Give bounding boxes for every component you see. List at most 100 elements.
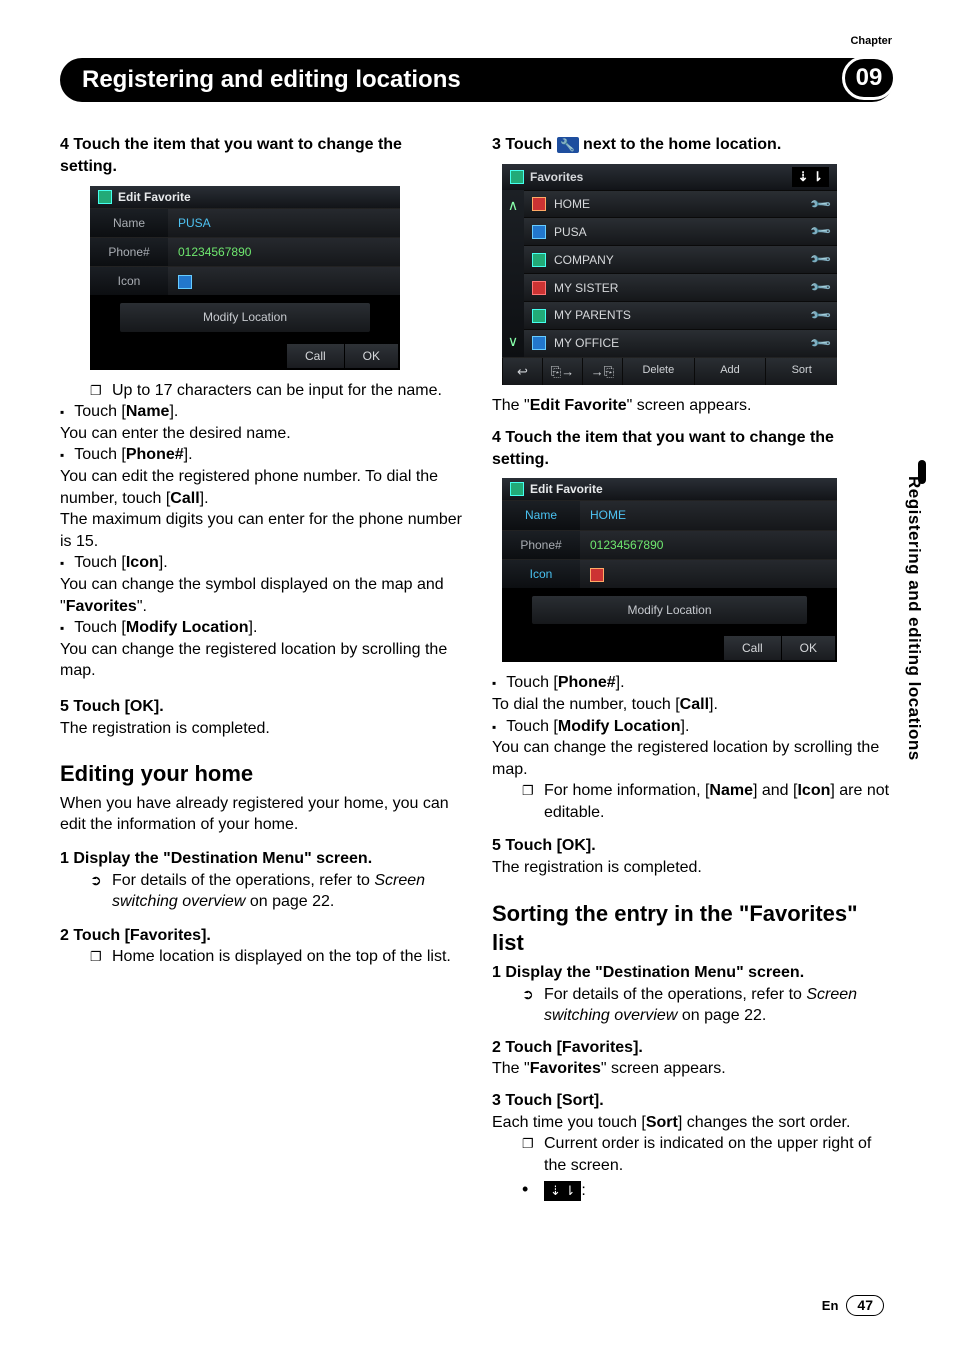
scroll-down-icon[interactable]: ∨ xyxy=(508,332,518,351)
wrench-icon[interactable]: 🔧 xyxy=(807,191,833,217)
square-bullet-icon xyxy=(492,674,506,691)
page-title: Registering and editing locations 09 xyxy=(60,58,894,102)
note-bullet-icon xyxy=(90,946,104,968)
note-bullet-icon xyxy=(522,780,536,823)
right-column: 3 Touch 🔧 next to the home location. Fav… xyxy=(492,130,894,1202)
left-notes: Up to 17 characters can be input for the… xyxy=(90,380,462,402)
left-step5-body: The registration is completed. xyxy=(60,718,462,740)
import-button[interactable]: →⎘ xyxy=(582,358,622,386)
touch-name: Touch [Name].Touch [Name]. xyxy=(74,403,178,420)
edit-favorite-screenshot-2: Edit Favorite Name HOME Phone# 012345678… xyxy=(502,478,837,662)
fav-item-label: MY PARENTS xyxy=(554,307,631,323)
ref-arrow-icon xyxy=(522,984,536,1027)
scroll-up-icon[interactable]: ∧ xyxy=(508,196,518,215)
shot1-phone-label[interactable]: Phone# xyxy=(90,238,168,266)
r-home-note: For home information, [Name] and [Icon] … xyxy=(544,780,894,823)
wrench-icon[interactable]: 🔧 xyxy=(807,219,833,245)
shot1-modify-location-button[interactable]: Modify Location xyxy=(120,303,370,331)
touch-phone: Touch [Phone#]. xyxy=(74,446,192,463)
page-footer: En 47 xyxy=(822,1295,884,1316)
shot1-icon-value[interactable] xyxy=(168,267,400,295)
home-icon xyxy=(590,568,604,582)
shot1-row-phone: Phone# 01234567890 xyxy=(90,237,400,266)
touch-phone-desc2: The maximum digits you can enter for the… xyxy=(60,509,462,552)
r-touch-phone: Touch [Phone#]. xyxy=(506,674,624,691)
export-button[interactable]: ⎘→ xyxy=(542,358,582,386)
touch-modloc-desc: You can change the registered location b… xyxy=(60,639,462,682)
shot2-modify-location-button[interactable]: Modify Location xyxy=(532,596,807,624)
poi-icon xyxy=(532,281,546,295)
footer-page-number: 47 xyxy=(846,1295,884,1316)
title-bar: Registering and editing locations 09 xyxy=(60,58,894,102)
fav-item[interactable]: MY OFFICE 🔧 xyxy=(524,329,837,357)
wrench-icon[interactable]: 🔧 xyxy=(807,247,833,273)
shot2-icon-value xyxy=(580,560,837,588)
left-column: 4 Touch the item that you want to change… xyxy=(60,130,462,1202)
fav-item[interactable]: PUSA🔧 xyxy=(524,217,837,245)
fav-item-label: COMPANY xyxy=(554,252,614,268)
window-icon xyxy=(510,170,524,184)
note-17chars: Up to 17 characters can be input for the… xyxy=(112,380,442,402)
side-tab: Registering and editing locations xyxy=(902,470,926,990)
s-step2-heading: 2 Touch [Favorites]. xyxy=(492,1037,894,1059)
wrench-icon[interactable]: 🔧 xyxy=(807,275,833,301)
shot1-call-button[interactable]: Call xyxy=(287,344,344,368)
touch-icon: Touch [Icon]. xyxy=(74,554,167,571)
shot1-name-value[interactable]: PUSA xyxy=(168,209,400,237)
add-button[interactable]: Add xyxy=(694,358,766,386)
eh-step1-ref: For details of the operations, refer to … xyxy=(112,870,462,913)
shot2-call-button[interactable]: Call xyxy=(724,636,781,660)
page-title-text: Registering and editing locations xyxy=(82,66,461,93)
editing-your-home-intro: When you have already registered your ho… xyxy=(60,793,462,836)
eh-step2-heading: 2 Touch [Favorites]. xyxy=(60,925,462,947)
favorites-list-screenshot: Favorites ⇣ ⇂ ∧ ∨ HOME🔧 PUSA🔧 COMPANY 🔧 M… xyxy=(502,164,837,385)
footer-lang: En xyxy=(822,1297,839,1315)
shot2-icon-label: Icon xyxy=(502,560,580,588)
ref-arrow-icon xyxy=(90,870,104,913)
wrench-icon: 🔧 xyxy=(557,137,579,153)
home-icon xyxy=(532,197,546,211)
fav-item[interactable]: HOME🔧 xyxy=(524,190,837,218)
eh-step1-heading: 1 Display the "Destination Menu" screen. xyxy=(60,848,462,870)
parking-icon xyxy=(178,275,192,289)
fav-item[interactable]: MY PARENTS 🔧 xyxy=(524,301,837,329)
shot1-title-text: Edit Favorite xyxy=(118,189,191,205)
s-step2-body: The "Favorites" screen appears. xyxy=(492,1058,894,1080)
back-button[interactable]: ↩ xyxy=(502,358,542,386)
wrench-icon[interactable]: 🔧 xyxy=(807,303,833,329)
sort-indicator-icon: ⇣ ⇂ xyxy=(792,167,829,187)
shot1-phone-value[interactable]: 01234567890 xyxy=(168,238,400,266)
fav-title: Favorites xyxy=(530,169,583,185)
delete-button[interactable]: Delete xyxy=(622,358,694,386)
fav-bottom-bar: ↩ ⎘→ →⎘ Delete Add Sort xyxy=(502,357,837,386)
window-icon xyxy=(510,482,524,496)
shot1-name-label[interactable]: Name xyxy=(90,209,168,237)
r-touch-modloc-desc: You can change the registered location b… xyxy=(492,737,894,780)
chapter-number-badge: 09 xyxy=(842,56,896,100)
shot2-phone-label[interactable]: Phone# xyxy=(502,531,580,559)
fav-item-label: MY OFFICE xyxy=(554,335,619,351)
wrench-icon[interactable]: 🔧 xyxy=(807,331,833,357)
shot1-icon-label[interactable]: Icon xyxy=(90,267,168,295)
shot1-ok-button[interactable]: OK xyxy=(345,344,398,368)
editing-your-home-heading: Editing your home xyxy=(60,759,462,789)
poi-icon xyxy=(532,336,546,350)
right-step5-body: The registration is completed. xyxy=(492,857,894,879)
after-fav-text: The "Edit Favorite" screen appears. xyxy=(492,395,894,417)
shot2-ok-button[interactable]: OK xyxy=(782,636,835,660)
sort-button[interactable]: Sort xyxy=(765,358,837,386)
right-step5-heading: 5 Touch [OK]. xyxy=(492,835,894,857)
s-step3-body: Each time you touch [Sort] changes the s… xyxy=(492,1112,894,1134)
shot2-phone-value[interactable]: 01234567890 xyxy=(580,531,837,559)
page: Chapter Registering and editing location… xyxy=(0,0,954,1352)
s-note2: ⇣ ⇂: xyxy=(544,1180,586,1202)
right-step3-heading: 3 Touch 🔧 next to the home location. xyxy=(492,134,894,156)
fav-item[interactable]: MY SISTER🔧 xyxy=(524,273,837,301)
square-bullet-icon xyxy=(492,718,506,735)
fav-scroll-rail[interactable]: ∧ ∨ xyxy=(502,190,524,357)
dot-bullet-icon xyxy=(522,1180,536,1202)
square-bullet-icon xyxy=(60,619,74,636)
fav-item[interactable]: COMPANY 🔧 xyxy=(524,245,837,273)
content-columns: 4 Touch the item that you want to change… xyxy=(60,130,894,1202)
s-step1-heading: 1 Display the "Destination Menu" screen. xyxy=(492,962,894,984)
